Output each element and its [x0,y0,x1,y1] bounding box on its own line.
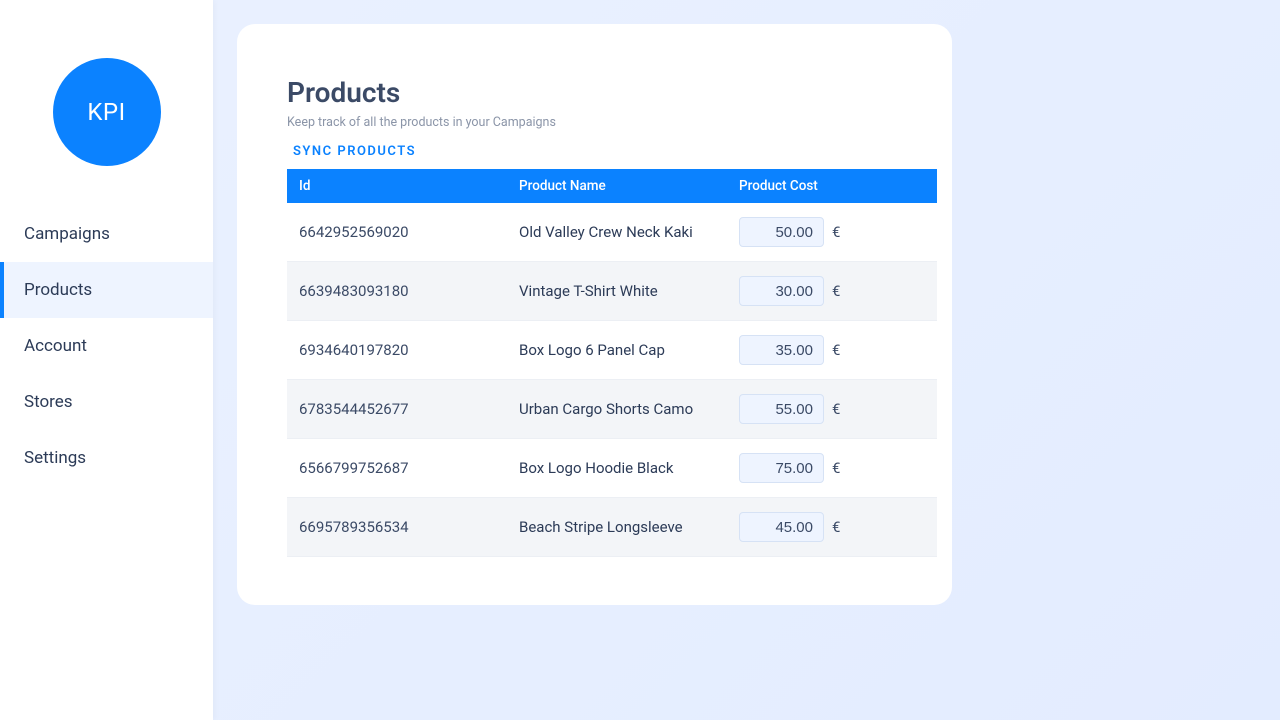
cost-wrap: € [739,335,925,365]
col-header-name: Product Name [507,169,727,203]
table-row: 6783544452677 Urban Cargo Shorts Camo € [287,380,937,439]
sidebar-item-campaigns[interactable]: Campaigns [0,206,213,262]
cell-name: Vintage T-Shirt White [507,262,727,321]
page-title: Products [287,76,902,109]
cell-id: 6566799752687 [287,439,507,498]
main: Products Keep track of all the products … [213,0,1280,720]
sidebar-nav: Campaigns Products Account Stores Settin… [0,206,213,486]
cell-name: Box Logo Hoodie Black [507,439,727,498]
cost-input[interactable] [739,276,824,306]
cost-input[interactable] [739,453,824,483]
cost-input[interactable] [739,512,824,542]
table-header-row: Id Product Name Product Cost [287,169,937,203]
cell-id: 6783544452677 [287,380,507,439]
currency-symbol: € [832,223,840,241]
sidebar: KPI Campaigns Products Account Stores Se… [0,0,213,720]
currency-symbol: € [832,518,840,536]
brand-logo: KPI [53,58,161,166]
table-row: 6695789356534 Beach Stripe Longsleeve € [287,498,937,557]
cell-name: Old Valley Crew Neck Kaki [507,203,727,262]
currency-symbol: € [832,459,840,477]
cell-id: 6695789356534 [287,498,507,557]
brand-logo-text: KPI [87,98,125,126]
cell-cost: € [727,203,937,262]
sidebar-item-stores[interactable]: Stores [0,374,213,430]
sidebar-item-products[interactable]: Products [0,262,213,318]
cost-wrap: € [739,394,925,424]
table-row: 6639483093180 Vintage T-Shirt White € [287,262,937,321]
currency-symbol: € [832,341,840,359]
sync-products-link[interactable]: SYNC PRODUCTS [287,140,422,163]
cost-wrap: € [739,453,925,483]
table-row: 6934640197820 Box Logo 6 Panel Cap € [287,321,937,380]
sidebar-item-settings[interactable]: Settings [0,430,213,486]
cell-id: 6639483093180 [287,262,507,321]
sidebar-item-account[interactable]: Account [0,318,213,374]
cell-cost: € [727,439,937,498]
cell-name: Box Logo 6 Panel Cap [507,321,727,380]
logo-wrap: KPI [0,0,213,206]
cell-cost: € [727,498,937,557]
cost-input[interactable] [739,335,824,365]
cost-wrap: € [739,276,925,306]
cell-id: 6934640197820 [287,321,507,380]
cell-name: Urban Cargo Shorts Camo [507,380,727,439]
col-header-cost: Product Cost [727,169,937,203]
cell-cost: € [727,380,937,439]
page-subtitle: Keep track of all the products in your C… [287,115,902,130]
cost-input[interactable] [739,217,824,247]
cost-input[interactable] [739,394,824,424]
cell-name: Beach Stripe Longsleeve [507,498,727,557]
currency-symbol: € [832,400,840,418]
cell-id: 6642952569020 [287,203,507,262]
cost-wrap: € [739,217,925,247]
products-card: Products Keep track of all the products … [237,24,952,605]
col-header-id: Id [287,169,507,203]
table-row: 6642952569020 Old Valley Crew Neck Kaki … [287,203,937,262]
currency-symbol: € [832,282,840,300]
cost-wrap: € [739,512,925,542]
table-row: 6566799752687 Box Logo Hoodie Black € [287,439,937,498]
cell-cost: € [727,321,937,380]
products-table: Id Product Name Product Cost 66429525690… [287,169,937,557]
cell-cost: € [727,262,937,321]
